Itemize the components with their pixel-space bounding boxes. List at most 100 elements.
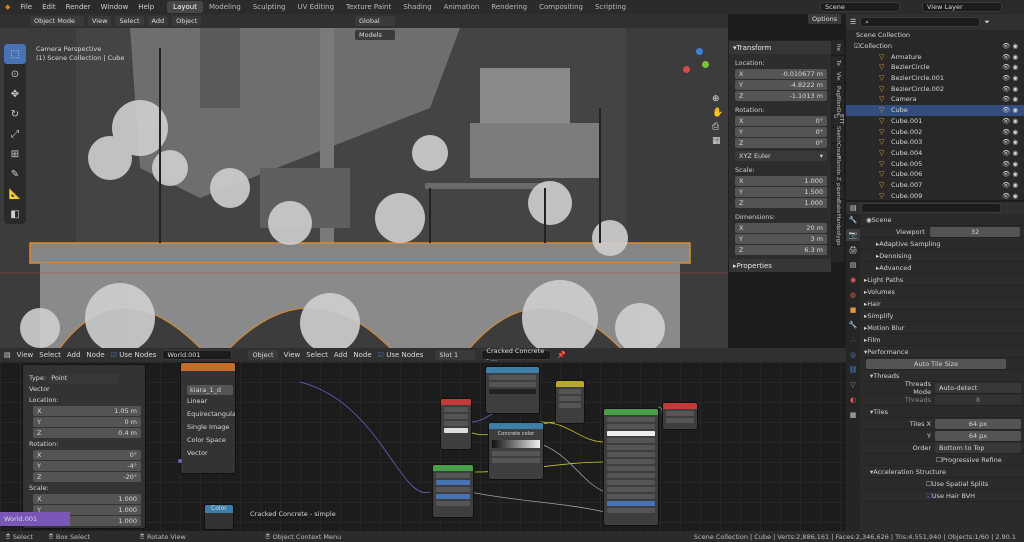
add-cube-tool-icon[interactable]: ◧ [4,204,26,224]
world-tab-icon[interactable]: ◍ [846,289,860,301]
options-button[interactable]: Options [808,14,842,24]
tab-scripting[interactable]: Scripting [589,1,632,13]
render-section-7[interactable]: ▸ Motion Blur [860,322,1024,334]
tab-rendering[interactable]: Rendering [485,1,533,13]
vp-menu-select[interactable]: Select [115,16,144,26]
loc-y-field[interactable]: Y -4.8222 m [735,80,827,90]
props-search-input[interactable] [860,203,1001,213]
render-tab-icon[interactable]: 📷 [846,229,860,241]
eye-icon[interactable]: 👁 ◉ [1002,74,1018,82]
threads-mode-select[interactable]: Auto-detect [935,382,1021,393]
move-tool-icon[interactable]: ✥ [4,84,26,104]
eye-icon[interactable]: 👁 ◉ [1002,192,1018,200]
mix-node[interactable] [555,380,585,424]
rot-x-field[interactable]: X 0° [735,116,827,126]
tab-animation[interactable]: Animation [438,1,486,13]
outliner-row[interactable]: ▽ Cube.001 👁 ◉ [846,116,1024,127]
slot-select[interactable]: Slot 1 [435,350,476,360]
use-nodes-checkbox-2[interactable]: ☑ Use Nodes [378,351,424,359]
use-nodes-checkbox[interactable]: ☑ Use Nodes [111,351,157,359]
axis-z-icon[interactable] [696,48,703,55]
3d-viewport[interactable]: Camera Perspective (1) Scene Collection … [0,28,728,348]
sidebar-tab-item[interactable]: Ite [832,40,844,56]
scene-selector[interactable]: Scene [820,2,900,12]
world-selector[interactable]: World.001 [162,350,233,360]
tool-tab-icon[interactable]: 🔧 [846,214,860,226]
tab-shading[interactable]: Shading [397,1,437,13]
physics-tab-icon[interactable]: ◎ [846,349,860,361]
eye-icon[interactable]: 👁 ◉ [1002,149,1018,157]
sidebar-tab-13[interactable]: polygo [832,227,844,246]
outliner-row[interactable]: ▽ BezierCircle.002 👁 ◉ [846,83,1024,94]
render-section-2[interactable]: ▸ Advanced [860,262,1024,274]
ne-menu-view[interactable]: View [17,351,34,359]
outliner-row[interactable]: ▽ Cube.007 👁 ◉ [846,180,1024,191]
render-section-1[interactable]: ▸ Denoising [860,250,1024,262]
nav-gizmo[interactable] [680,48,720,88]
sidebar-tab-view[interactable]: Vie [832,70,844,84]
render-section-8[interactable]: ▸ Film [860,334,1024,346]
sidebar-tab-6[interactable]: Sketch [832,126,844,145]
loc-z-field[interactable]: Z -1.1013 m [735,91,827,101]
menu-help[interactable]: Help [133,3,159,11]
material-selector[interactable]: Cracked Concrete - ... [481,347,552,363]
loc-x-field[interactable]: X -0.010677 m [735,69,827,79]
transform-tool-icon[interactable]: ⊞ [4,144,26,164]
render-section-9[interactable]: ▾ Performance [860,346,1024,358]
eye-icon[interactable]: 👁 ◉ [1002,181,1018,189]
checkbox-icon[interactable]: ☑ [850,42,860,50]
menu-render[interactable]: Render [61,3,96,11]
sidebar-tab-4[interactable]: BlenDe [832,96,844,115]
eye-icon[interactable]: 👁 ◉ [1002,160,1018,168]
eye-icon[interactable]: 👁 ◉ [1002,85,1018,93]
render-section-4[interactable]: ▸ Volumes [860,286,1024,298]
texture-group-node[interactable] [432,464,474,518]
axis-y-icon[interactable] [702,61,709,68]
tiles-y-field[interactable]: 64 px [935,430,1021,441]
display-mode-icon[interactable]: ☰ [850,18,856,26]
sidebar-tab-11[interactable]: Bake [832,200,844,214]
render-section-0[interactable]: ▸ Adaptive Sampling [860,238,1024,250]
object-tab-icon[interactable]: ■ [846,304,860,316]
render-section-6[interactable]: ▸ Simplify [860,310,1024,322]
outliner-row[interactable]: ▽ Cube.004 👁 ◉ [846,148,1024,159]
outliner-row[interactable]: ▽ Cube.002 👁 ◉ [846,126,1024,137]
tiles-x-field[interactable]: 64 px [935,418,1021,429]
outliner-collection[interactable]: ☑ Collection 👁 ◉ [846,41,1024,52]
principled-bsdf-node[interactable] [603,408,659,526]
sidebar-tab-8[interactable]: Blende [832,156,844,175]
ne2-menu-select[interactable]: Select [306,351,328,359]
object-mode-select[interactable]: Object Mode [30,16,84,26]
sidebar-tab-10[interactable]: pipero [832,183,844,200]
eye-icon[interactable]: 👁 ◉ [1002,63,1018,71]
rot-y-field[interactable]: Y 0° [735,127,827,137]
tiles-section[interactable]: ▾ Tiles [846,406,1024,418]
ne-menu-add[interactable]: Add [67,351,81,359]
bsdf-node-top[interactable] [485,366,540,414]
tab-sculpting[interactable]: Sculpting [247,1,292,13]
transform-orientation-select[interactable]: Global [355,16,395,26]
output-tab-icon[interactable]: 🖨 [846,244,860,256]
blender-logo-icon[interactable]: ◆ [0,3,15,11]
outliner-scene-collection[interactable]: Scene Collection [846,30,1024,41]
outliner-row[interactable]: ▽ Cube.005 👁 ◉ [846,158,1024,169]
progressive-refine-row[interactable]: ☐ Progressive Refine [846,454,1024,466]
outliner-row[interactable]: ▽ BezierCircle.001 👁 ◉ [846,73,1024,84]
scale-tool-icon[interactable]: ⤢ [4,124,26,144]
tab-layout[interactable]: Layout [167,1,203,13]
eye-icon[interactable]: 👁 ◉ [1002,117,1018,125]
grid-icon[interactable]: ▦ [712,134,723,148]
tab-modeling[interactable]: Modeling [203,1,247,13]
outliner-row[interactable]: ▽ BezierCircle 👁 ◉ [846,62,1024,73]
render-section-5[interactable]: ▸ Hair [860,298,1024,310]
tab-texture-paint[interactable]: Texture Paint [340,1,397,13]
filter-icon[interactable]: ⏷ [984,18,990,27]
particles-tab-icon[interactable]: ∴ [846,334,860,346]
outliner-row[interactable]: ▽ Cube 👁 ◉ [846,104,1024,116]
dim-x-field[interactable]: X 20 m [735,223,827,233]
menu-window[interactable]: Window [96,3,134,11]
node-canvas[interactable]: Type: Point Vector Location: X 1.05 m Y0 … [0,362,846,531]
outliner-row[interactable]: ▽ Armature 👁 ◉ [846,51,1024,62]
ne2-menu-node[interactable]: Node [353,351,371,359]
sidebar-tab-12[interactable]: Hard [832,214,844,228]
